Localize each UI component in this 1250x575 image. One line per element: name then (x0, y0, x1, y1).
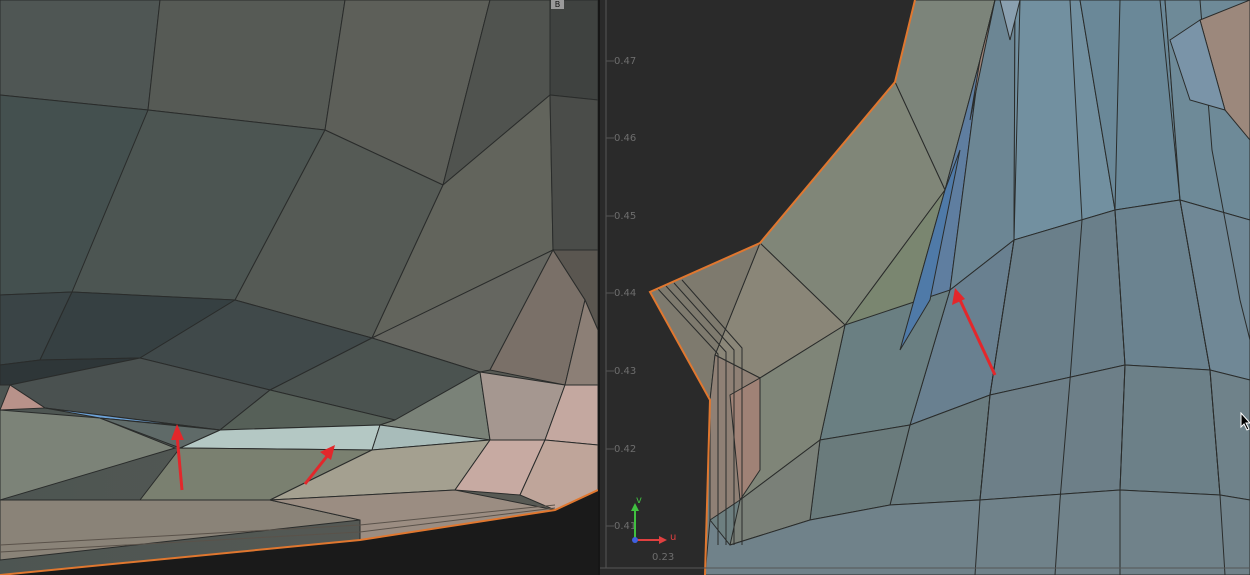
annotation-arrow-uv (952, 288, 997, 376)
arrow-icon (952, 288, 997, 376)
uv-editor-viewport[interactable]: 0.47 0.46 0.45 0.44 0.43 0.42 0.41 0.23 … (600, 0, 1250, 575)
arrow-icon (303, 445, 335, 485)
arrow-icon (171, 424, 184, 491)
viewport-3d[interactable]: B (0, 0, 598, 575)
annotation-arrows-3d (171, 424, 335, 491)
mouse-cursor-icon (1240, 412, 1250, 431)
